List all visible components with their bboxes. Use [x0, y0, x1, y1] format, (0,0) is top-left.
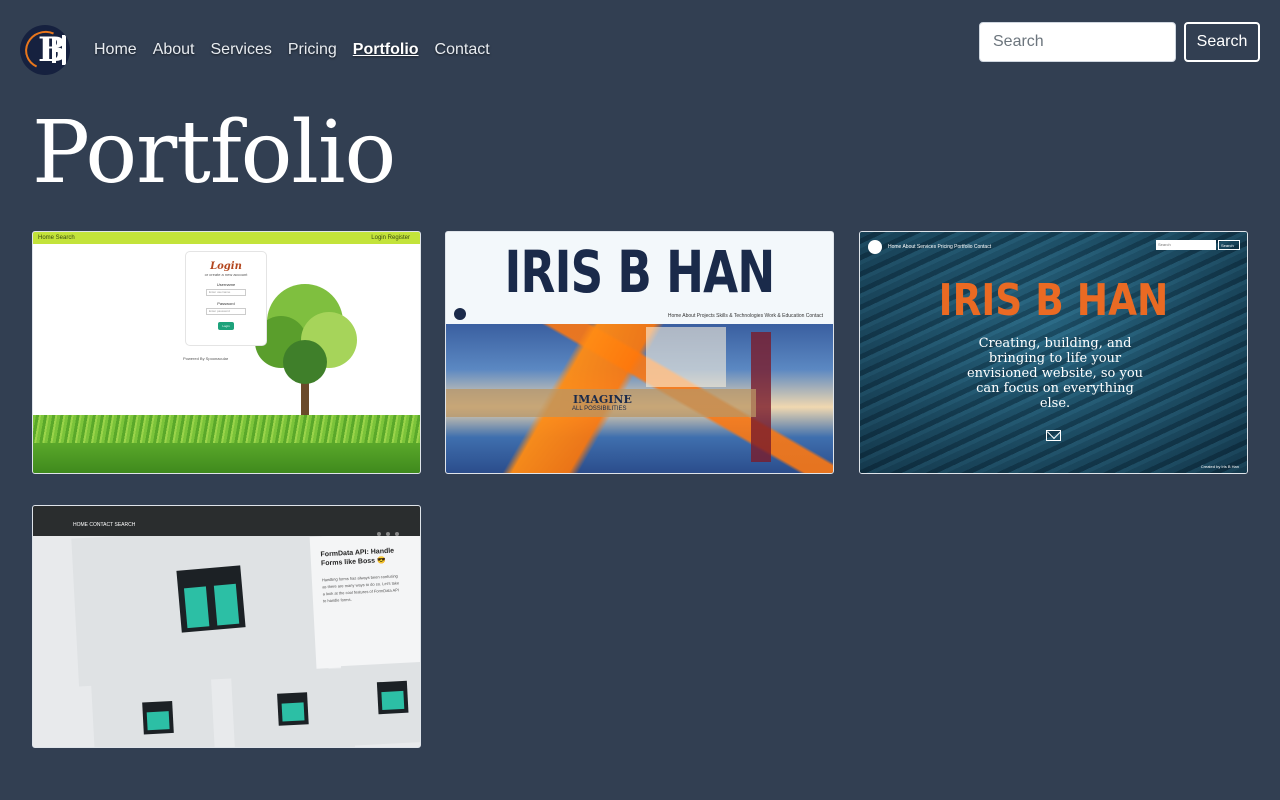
grass-base	[33, 443, 420, 473]
logo-icon[interactable]: B	[20, 25, 70, 75]
main-nav: Home About Services Pricing Portfolio Co…	[94, 39, 506, 61]
thumb-nav: Home About Services Pricing Portfolio Co…	[888, 244, 992, 250]
search-button[interactable]: Search	[1184, 22, 1260, 62]
thumb-site-title: IRIS B HAN	[504, 238, 775, 306]
mail-icon	[1046, 430, 1061, 441]
nav-item-contact[interactable]: Contact	[435, 39, 490, 61]
login-form-thumb: Login or create a new account Username E…	[185, 251, 267, 346]
blog-thumb-card	[230, 667, 356, 747]
blog-logo-icon	[176, 565, 246, 633]
powered-by: Powered By Spoonacular	[183, 356, 229, 361]
login-title: Login	[210, 261, 242, 272]
search-input[interactable]	[979, 22, 1176, 62]
blog-thumb-card	[340, 661, 420, 747]
blog-post-title: FormData API: Handle Forms like Boss 😎	[320, 547, 395, 568]
blog-nav: HOME CONTACT SEARCH	[73, 522, 136, 528]
banner-title: IMAGINE	[573, 393, 632, 406]
thumb-nav: Home About Projects Skills & Technologie…	[667, 313, 823, 319]
thumb-search-input: Search	[1156, 240, 1216, 250]
thumb-logo-icon	[868, 240, 882, 254]
blog-mini-logo-icon	[376, 680, 409, 715]
portfolio-card-blog[interactable]: FormData API: Handle Forms like Boss 😎 H…	[32, 505, 421, 748]
portfolio-card-imagine[interactable]: IRIS B HAN Home About Projects Skills & …	[445, 231, 834, 474]
blog-post-excerpt: Handling forms has always been confusing…	[321, 573, 400, 604]
nav-item-about[interactable]: About	[153, 39, 195, 61]
imagine-banner: IMAGINE ALL POSSIBILITIES	[446, 389, 756, 417]
thumb-nav-left: Home Search	[38, 235, 75, 241]
login-subtitle: or create a new account	[204, 272, 248, 277]
page-title: Portfolio	[32, 103, 396, 203]
nav-item-services[interactable]: Services	[211, 39, 272, 61]
portfolio-card-sand[interactable]: Home About Services Pricing Portfolio Co…	[859, 231, 1248, 474]
thumb-nav-right: Login Register	[371, 235, 410, 241]
thumb-search-button: Search	[1218, 240, 1240, 250]
blog-mini-logo-icon	[277, 692, 309, 726]
thumb-navbar: Home Search Login Register	[33, 232, 420, 244]
thumb-logo-icon	[454, 308, 466, 320]
blog-toolbar-icons	[377, 523, 404, 541]
nav-item-home[interactable]: Home	[94, 39, 137, 61]
password-field-thumb: Enter password	[206, 308, 246, 315]
thumb-site-title: IRIS B HAN	[938, 275, 1169, 326]
paint-stroke	[646, 327, 726, 387]
banner-subtitle: ALL POSSIBILITIES	[572, 406, 627, 412]
thumb-footer: Created by Iris B Han	[1200, 464, 1239, 469]
thumb-tagline: Creating, building, and bringing to life…	[966, 336, 1144, 411]
nav-item-portfolio[interactable]: Portfolio	[353, 39, 419, 61]
nav-item-pricing[interactable]: Pricing	[288, 39, 337, 61]
blog-mini-logo-icon	[142, 700, 174, 735]
login-button-thumb: Login	[218, 322, 234, 330]
blog-thumb-card	[90, 674, 216, 747]
portfolio-card-login[interactable]: Home Search Login Register Login or crea…	[32, 231, 421, 474]
blog-navbar: HOME CONTACT SEARCH	[33, 506, 420, 536]
blog-post-panel: FormData API: Handle Forms like Boss 😎 H…	[309, 531, 420, 669]
username-field-thumb: Enter username	[206, 289, 246, 296]
username-label: Username	[216, 282, 236, 287]
password-label: Password	[217, 301, 235, 306]
